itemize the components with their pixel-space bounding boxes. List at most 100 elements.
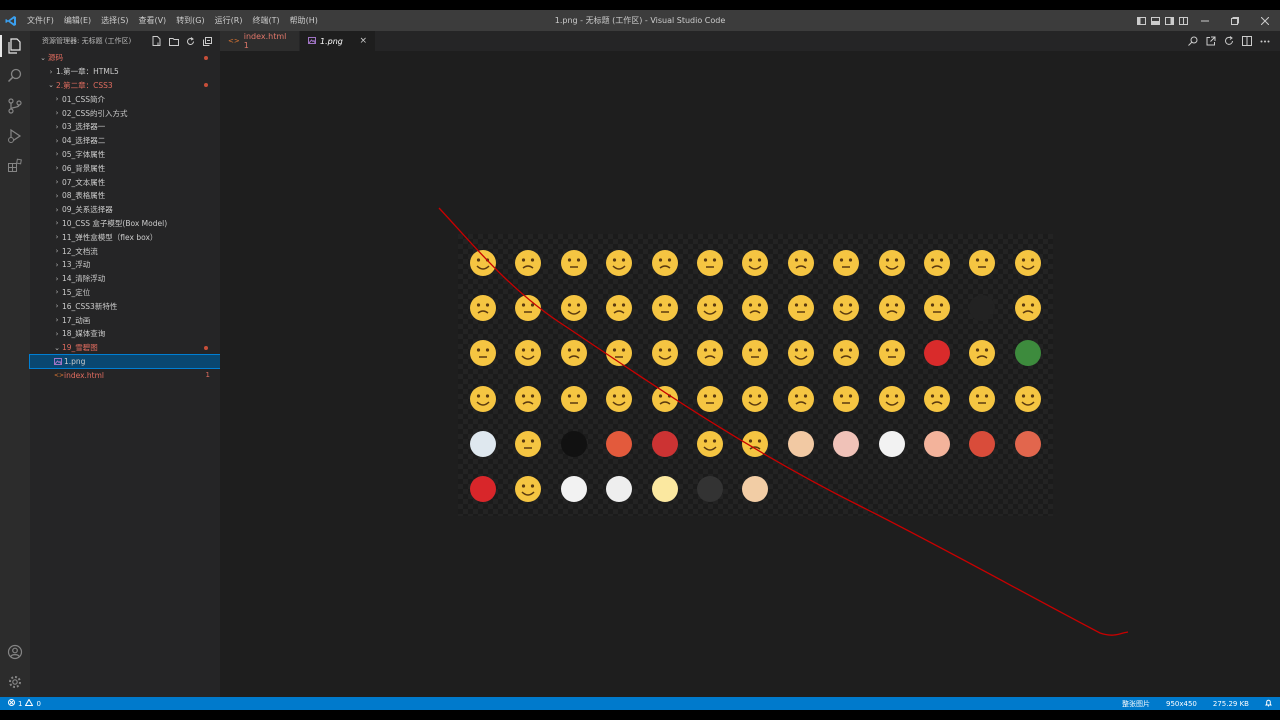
toggle-panel-icon[interactable] [1148, 10, 1162, 31]
modified-dot [204, 83, 208, 88]
notifications-bell-icon[interactable] [1265, 699, 1272, 709]
customize-layout-icon[interactable] [1176, 10, 1190, 31]
open-external-icon[interactable] [1204, 34, 1218, 48]
file-html[interactable]: <> index.html 1 [30, 368, 220, 382]
folder-item[interactable]: › 12_文档流 [30, 244, 220, 258]
folder-item[interactable]: › 14_清除浮动 [30, 272, 220, 286]
emoji-icon [969, 295, 996, 322]
chevron-right-icon: › [55, 205, 59, 214]
chevron-right-icon: › [55, 122, 59, 131]
sprite-image-preview[interactable] [458, 234, 1053, 516]
folder-item[interactable]: › 07_文本属性 [30, 175, 220, 189]
emoji-icon [1014, 340, 1041, 367]
folder-item[interactable]: › 06_背景属性 [30, 161, 220, 175]
menu-help[interactable]: 帮助(H) [285, 10, 323, 31]
status-bar: 1 0 整张图片 950x450 275.29 KB [0, 697, 1280, 710]
emoji-icon [969, 385, 996, 412]
folder-item[interactable]: › 18_媒体查询 [30, 327, 220, 341]
tab-index-html[interactable]: <> index.html 1 [220, 31, 300, 51]
chevron-right-icon: › [55, 233, 59, 242]
folder-chapter1[interactable]: › 1.第一章：HTML5 [30, 65, 220, 79]
refresh-icon[interactable] [184, 35, 197, 48]
emoji-icon [787, 430, 814, 457]
folder-sprite[interactable]: ⌄ 19_雪碧图 [30, 341, 220, 355]
chevron-down-icon: ⌄ [40, 53, 46, 62]
top-letterbox [0, 0, 1280, 10]
close-tab-icon[interactable]: × [359, 36, 367, 46]
folder-item[interactable]: › 02_CSS的引入方式 [30, 106, 220, 120]
toggle-sidebar-icon[interactable] [1134, 10, 1148, 31]
menu-edit[interactable]: 编辑(E) [59, 10, 96, 31]
search-icon[interactable] [0, 61, 30, 91]
new-file-icon[interactable] [150, 35, 163, 48]
zoom-icon[interactable] [1186, 34, 1200, 48]
emoji-icon [470, 295, 496, 322]
more-actions-icon[interactable] [1258, 34, 1272, 48]
folder-item-label: 03_选择器一 [62, 122, 106, 132]
emoji-icon [470, 430, 496, 457]
chevron-down-icon: ⌄ [48, 81, 54, 90]
menu-bar: 文件(F) 编辑(E) 选择(S) 查看(V) 转到(G) 运行(R) 终端(T… [22, 10, 323, 31]
folder-item-label: 08_表格属性 [62, 191, 106, 201]
folder-item[interactable]: › 13_浮动 [30, 258, 220, 272]
folder-item[interactable]: › 03_选择器一 [30, 120, 220, 134]
folder-item[interactable]: › 15_定位 [30, 286, 220, 300]
folder-item[interactable]: › 05_字体属性 [30, 148, 220, 162]
folder-item-label: 05_字体属性 [62, 149, 106, 159]
reload-icon[interactable] [1222, 34, 1236, 48]
menu-selection[interactable]: 选择(S) [96, 10, 133, 31]
close-window-button[interactable] [1250, 10, 1280, 31]
bottom-letterbox [0, 710, 1280, 720]
source-control-icon[interactable] [0, 91, 30, 121]
emoji-icon [1014, 295, 1041, 322]
folder-item[interactable]: › 09_关系选择器 [30, 203, 220, 217]
settings-gear-icon[interactable] [0, 667, 30, 697]
folder-chapter2-label: 2.第二章：CSS3 [56, 80, 113, 90]
emoji-icon [924, 250, 950, 276]
image-zoom-status[interactable]: 整张图片 [1122, 699, 1150, 709]
folder-item-label: 17_动画 [62, 315, 91, 325]
title-bar: 文件(F) 编辑(E) 选择(S) 查看(V) 转到(G) 运行(R) 终端(T… [0, 10, 1280, 31]
menu-view[interactable]: 查看(V) [133, 10, 171, 31]
collapse-all-icon[interactable] [201, 35, 214, 48]
split-editor-icon[interactable] [1240, 34, 1254, 48]
folder-item[interactable]: › 04_选择器二 [30, 134, 220, 148]
new-folder-icon[interactable] [167, 35, 180, 48]
emoji-icon [742, 295, 769, 322]
folder-item[interactable]: › 17_动画 [30, 313, 220, 327]
emoji-icon [787, 295, 814, 322]
emoji-icon [1014, 385, 1041, 412]
toggle-secondary-sidebar-icon[interactable] [1162, 10, 1176, 31]
emoji-icon [878, 295, 905, 322]
menu-go[interactable]: 转到(G) [171, 10, 209, 31]
modified-dot [204, 345, 208, 350]
folder-item[interactable]: › 11_弹性盒模型（flex box） [30, 230, 220, 244]
emoji-icon [878, 340, 905, 367]
menu-run[interactable]: 运行(R) [210, 10, 248, 31]
folder-item[interactable]: › 16_CSS3新特性 [30, 299, 220, 313]
menu-file[interactable]: 文件(F) [22, 10, 59, 31]
tab-1-png[interactable]: 1.png × [300, 31, 376, 51]
problems-status[interactable]: 1 0 [0, 698, 41, 708]
folder-item-label: 02_CSS的引入方式 [62, 108, 128, 118]
file-png[interactable]: 1.png [29, 353, 221, 370]
html-file-icon: <> [228, 37, 240, 45]
minimize-button[interactable] [1190, 10, 1220, 31]
emoji-icon [515, 476, 542, 502]
explorer-icon[interactable] [0, 31, 30, 61]
folder-item[interactable]: › 10_CSS 盒子模型(Box Model) [30, 217, 220, 231]
account-icon[interactable] [0, 637, 30, 667]
emoji-icon [515, 385, 542, 412]
restore-button[interactable] [1220, 10, 1250, 31]
folder-item-label: 11_弹性盒模型（flex box） [62, 232, 158, 242]
chevron-right-icon: › [55, 95, 59, 104]
chevron-right-icon: › [55, 329, 59, 338]
emoji-icon [697, 430, 723, 457]
folder-item[interactable]: › 01_CSS简介 [30, 92, 220, 106]
folder-chapter2[interactable]: ⌄ 2.第二章：CSS3 [30, 79, 220, 93]
folder-item[interactable]: › 08_表格属性 [30, 189, 220, 203]
menu-terminal[interactable]: 终端(T) [247, 10, 284, 31]
run-debug-icon[interactable] [0, 121, 30, 151]
extensions-icon[interactable] [0, 151, 30, 181]
folder-root[interactable]: ⌄ 源码 [30, 51, 220, 65]
